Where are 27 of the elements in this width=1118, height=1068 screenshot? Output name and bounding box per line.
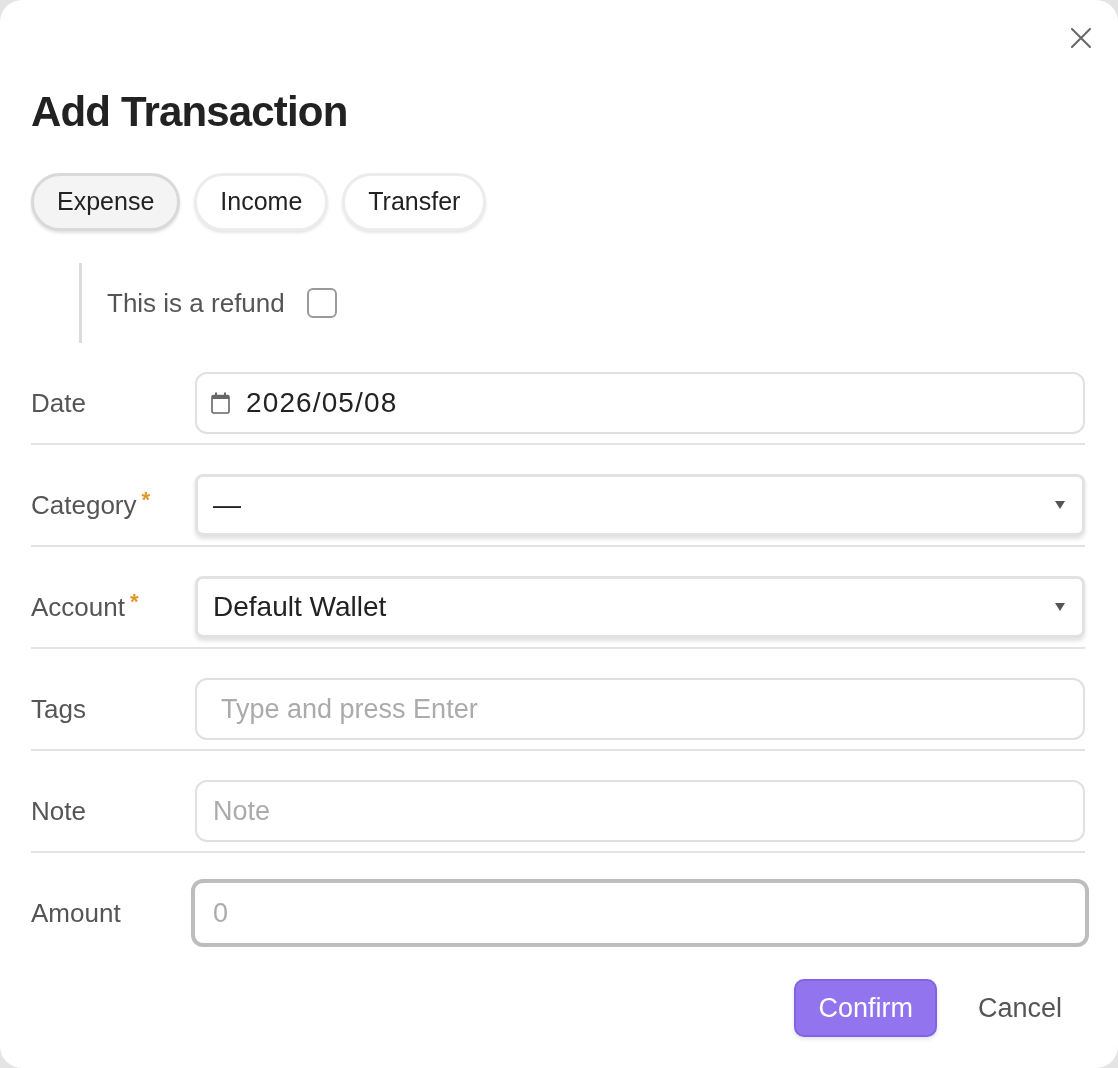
select-field[interactable]: —: [195, 474, 1085, 536]
caret-icon: [1055, 603, 1065, 611]
field-label: Account: [31, 591, 125, 623]
text-field[interactable]: Note: [195, 780, 1085, 842]
close-button[interactable]: [1071, 28, 1091, 48]
caret-icon: [1055, 501, 1065, 509]
select-field[interactable]: Default Wallet: [195, 576, 1085, 638]
field-label: Note: [31, 795, 86, 827]
close-icon: [1071, 28, 1091, 48]
calendar-icon: [211, 392, 230, 414]
text-field[interactable]: 0: [191, 879, 1089, 947]
refund-label: This is a refund: [107, 286, 285, 320]
required-mark: *: [141, 489, 151, 511]
dialog-title: Add Transaction: [31, 88, 348, 136]
field-label: Tags: [31, 693, 86, 725]
tab[interactable]: Expense: [31, 173, 181, 231]
field-label: Amount: [31, 897, 121, 929]
tab[interactable]: Income: [194, 173, 329, 231]
field-label: Category: [31, 489, 137, 521]
tags-field[interactable]: Type and press Enter: [195, 678, 1085, 740]
refund-checkbox[interactable]: [306, 288, 337, 318]
cancel-button[interactable]: Cancel: [954, 979, 1085, 1037]
tab[interactable]: Transfer: [342, 173, 487, 231]
date-field[interactable]: 2026/05/08: [195, 372, 1085, 434]
confirm-button[interactable]: Confirm: [794, 979, 937, 1037]
field-label: Date: [31, 387, 86, 419]
required-mark: *: [129, 591, 139, 613]
